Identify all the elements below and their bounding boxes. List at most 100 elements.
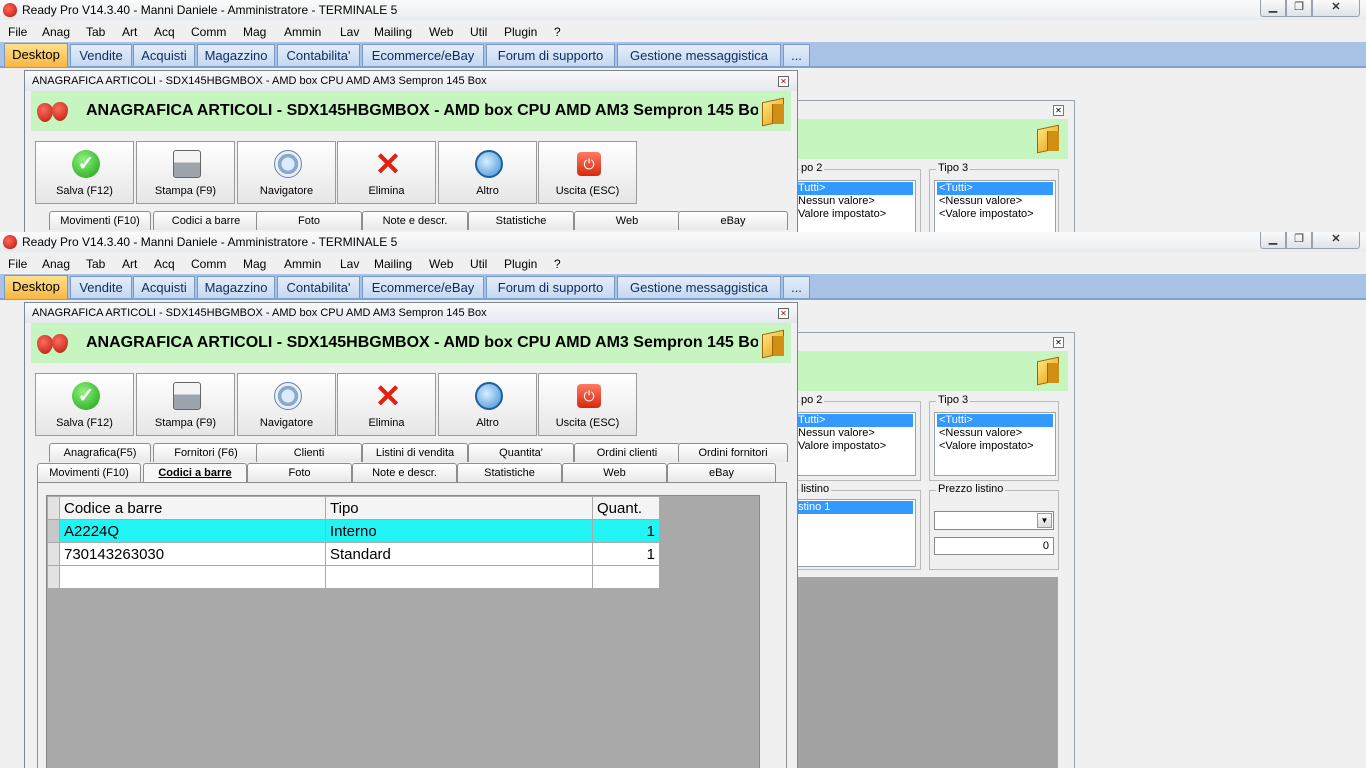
close-button[interactable]: ✕ bbox=[1312, 0, 1360, 17]
menu-plugin[interactable]: Plugin bbox=[504, 257, 537, 271]
maximize-button[interactable]: ❐ bbox=[1286, 0, 1312, 17]
minimize-button[interactable]: ▁ bbox=[1260, 232, 1286, 249]
tab-ordini-fornitori[interactable]: Ordini fornitori bbox=[678, 443, 788, 462]
list-item[interactable]: <Valore impostato> bbox=[937, 440, 1053, 453]
menu-util[interactable]: Util bbox=[470, 25, 487, 39]
menu-help[interactable]: ? bbox=[554, 25, 561, 39]
list-item[interactable]: Tutti> bbox=[796, 182, 913, 195]
menu-util[interactable]: Util bbox=[470, 257, 487, 271]
tab-fornitori[interactable]: Fornitori (F6) bbox=[153, 443, 259, 462]
cell-code[interactable]: A2224Q bbox=[59, 519, 326, 543]
list-item[interactable]: Nessun valore> bbox=[796, 427, 913, 440]
navigator-button[interactable]: Navigatore bbox=[237, 373, 336, 436]
close-icon[interactable]: ✕ bbox=[778, 308, 789, 319]
tab-vendite[interactable]: Vendite bbox=[70, 276, 132, 298]
tab-contabilita[interactable]: Contabilita' bbox=[277, 276, 360, 298]
prezzo-listino-combo[interactable]: ▼ bbox=[934, 511, 1054, 530]
tab-more[interactable]: ... bbox=[783, 276, 810, 298]
menu-mag[interactable]: Mag bbox=[243, 257, 266, 271]
chevron-down-icon[interactable]: ▼ bbox=[1037, 513, 1052, 528]
tab-acquisti[interactable]: Acquisti bbox=[133, 44, 195, 66]
menu-tab[interactable]: Tab bbox=[86, 25, 105, 39]
list-item[interactable]: Tutti> bbox=[796, 414, 913, 427]
tab-desktop[interactable]: Desktop bbox=[4, 43, 68, 67]
tab-codici-a-barre[interactable]: Codici a barre bbox=[143, 463, 247, 482]
tab-listini[interactable]: Listini di vendita bbox=[362, 443, 468, 462]
tab-contabilita[interactable]: Contabilita' bbox=[277, 44, 360, 66]
menu-file[interactable]: File bbox=[8, 25, 27, 39]
tab-statistiche[interactable]: Statistiche bbox=[457, 463, 562, 482]
list-item[interactable]: <Tutti> bbox=[937, 414, 1053, 427]
cell-quant[interactable] bbox=[592, 565, 660, 589]
cell-code[interactable]: 730143263030 bbox=[59, 542, 326, 566]
column-header-quant[interactable]: Quant. bbox=[592, 496, 660, 520]
tab-messaggistica[interactable]: Gestione messaggistica bbox=[617, 276, 781, 298]
list-item[interactable]: stino 1 bbox=[796, 501, 913, 514]
tab-web[interactable]: Web bbox=[562, 463, 667, 482]
tab-ecommerce[interactable]: Ecommerce/eBay bbox=[362, 276, 484, 298]
list-item[interactable]: Valore impostato> bbox=[796, 208, 913, 221]
menu-ammin[interactable]: Ammin bbox=[284, 257, 321, 271]
menu-ammin[interactable]: Ammin bbox=[284, 25, 321, 39]
prezzo-listino-value[interactable]: 0 bbox=[934, 537, 1054, 555]
list-item[interactable]: <Nessun valore> bbox=[937, 195, 1053, 208]
menu-mailing[interactable]: Mailing bbox=[374, 25, 412, 39]
menu-art[interactable]: Art bbox=[122, 257, 137, 271]
cell-tipo[interactable]: Standard bbox=[325, 542, 593, 566]
list-item[interactable]: <Tutti> bbox=[937, 182, 1053, 195]
tipo3-list[interactable]: <Tutti> <Nessun valore> <Valore impostat… bbox=[934, 180, 1056, 232]
menu-mag[interactable]: Mag bbox=[243, 25, 266, 39]
tab-more[interactable]: ... bbox=[783, 44, 810, 66]
tab-magazzino[interactable]: Magazzino bbox=[197, 276, 275, 298]
tipo2-list[interactable]: Tutti> Nessun valore> Valore impostato> bbox=[793, 412, 916, 476]
listino-list[interactable]: stino 1 bbox=[793, 499, 916, 567]
tab-ebay[interactable]: eBay bbox=[667, 463, 776, 482]
column-header-code[interactable]: Codice a barre bbox=[59, 496, 326, 520]
close-icon[interactable]: ✕ bbox=[778, 76, 789, 87]
save-button[interactable]: ✓ Salva (F12) bbox=[35, 141, 134, 204]
tipo2-list[interactable]: Tutti> Nessun valore> Valore impostato> bbox=[793, 180, 916, 232]
menu-web[interactable]: Web bbox=[429, 25, 453, 39]
list-item[interactable]: Nessun valore> bbox=[796, 195, 913, 208]
tab-movimenti[interactable]: Movimenti (F10) bbox=[49, 211, 151, 230]
maximize-button[interactable]: ❐ bbox=[1286, 232, 1312, 249]
altro-button[interactable]: Altro bbox=[438, 373, 537, 436]
cell-quant[interactable]: 1 bbox=[592, 519, 660, 543]
tab-forum[interactable]: Forum di supporto bbox=[486, 276, 615, 298]
close-button[interactable]: ✕ bbox=[1312, 232, 1360, 249]
tab-desktop[interactable]: Desktop bbox=[4, 275, 68, 299]
menu-acq[interactable]: Acq bbox=[154, 25, 175, 39]
print-button[interactable]: Stampa (F9) bbox=[136, 373, 235, 436]
tab-movimenti[interactable]: Movimenti (F10) bbox=[37, 463, 141, 482]
close-icon[interactable]: ✕ bbox=[1053, 105, 1064, 116]
tab-note[interactable]: Note e descr. bbox=[362, 211, 468, 230]
menu-web[interactable]: Web bbox=[429, 257, 453, 271]
cell-quant[interactable]: 1 bbox=[592, 542, 660, 566]
delete-button[interactable]: ✕ Elimina bbox=[337, 373, 436, 436]
tab-ordini-clienti[interactable]: Ordini clienti bbox=[574, 443, 680, 462]
menu-anag[interactable]: Anag bbox=[42, 25, 70, 39]
cell-code[interactable] bbox=[59, 565, 326, 589]
cell-tipo[interactable] bbox=[325, 565, 593, 589]
menu-comm[interactable]: Comm bbox=[191, 257, 226, 271]
tab-ebay[interactable]: eBay bbox=[678, 211, 788, 230]
tab-foto[interactable]: Foto bbox=[256, 211, 362, 230]
tab-magazzino[interactable]: Magazzino bbox=[197, 44, 275, 66]
tab-messaggistica[interactable]: Gestione messaggistica bbox=[617, 44, 781, 66]
tab-vendite[interactable]: Vendite bbox=[70, 44, 132, 66]
tab-quantita[interactable]: Quantita' bbox=[468, 443, 574, 462]
tab-note[interactable]: Note e descr. bbox=[352, 463, 457, 482]
menu-help[interactable]: ? bbox=[554, 257, 561, 271]
tab-clienti[interactable]: Clienti bbox=[256, 443, 362, 462]
altro-button[interactable]: Altro bbox=[438, 141, 537, 204]
menu-comm[interactable]: Comm bbox=[191, 25, 226, 39]
menu-tab[interactable]: Tab bbox=[86, 257, 105, 271]
cell-tipo[interactable]: Interno bbox=[325, 519, 593, 543]
navigator-button[interactable]: Navigatore bbox=[237, 141, 336, 204]
delete-button[interactable]: ✕ Elimina bbox=[337, 141, 436, 204]
save-button[interactable]: ✓ Salva (F12) bbox=[35, 373, 134, 436]
table-row[interactable] bbox=[47, 565, 660, 589]
print-button[interactable]: Stampa (F9) bbox=[136, 141, 235, 204]
menu-lav[interactable]: Lav bbox=[340, 25, 359, 39]
list-item[interactable]: Valore impostato> bbox=[796, 440, 913, 453]
